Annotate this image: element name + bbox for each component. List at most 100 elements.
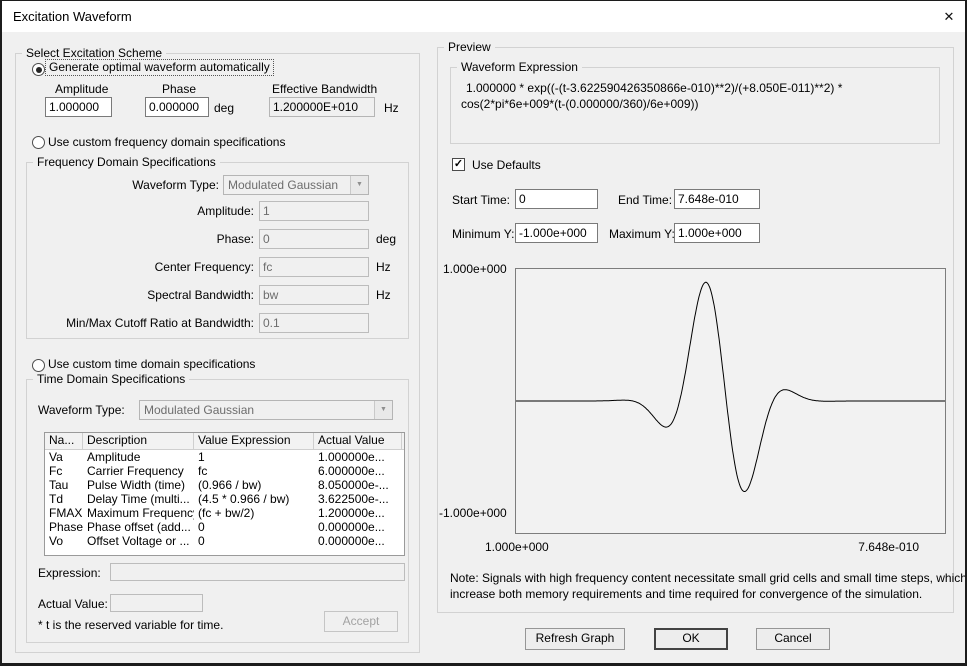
- radio-custom-time-label[interactable]: Use custom time domain specifications: [48, 357, 255, 371]
- waveform-expression-line2: cos(2*pi*6e+009*(t-(0.000000/360)/6e+009…: [461, 97, 699, 111]
- y-axis-bottom-label: -1.000e+000: [439, 506, 507, 520]
- close-icon[interactable]: ✕: [938, 6, 960, 27]
- radio-custom-frequency[interactable]: [32, 136, 45, 149]
- note-text-line2: increase both memory requirements and ti…: [450, 587, 923, 601]
- time-waveform-type-label: Waveform Type:: [38, 403, 125, 417]
- cell: 8.050000e-...: [318, 478, 389, 492]
- preview-group-title: Preview: [444, 40, 495, 54]
- table-row[interactable]: FMAX Maximum Frequency (fc + bw/2) 1.200…: [45, 506, 404, 520]
- time-waveform-type-combo: Modulated Gaussian ▼: [139, 400, 393, 420]
- amplitude-input[interactable]: 1.000000: [45, 97, 112, 117]
- refresh-graph-button[interactable]: Refresh Graph: [525, 628, 625, 650]
- cancel-button[interactable]: Cancel: [756, 628, 830, 650]
- excitation-waveform-dialog: Excitation Waveform ✕ Select Excitation …: [0, 0, 967, 666]
- waveform-preview-plot: [515, 268, 946, 534]
- cell: fc: [198, 464, 208, 478]
- expression-field: [110, 563, 405, 581]
- col-name[interactable]: Na...: [45, 433, 83, 449]
- cell: (fc + bw/2): [198, 506, 255, 520]
- waveform-plot-svg: [516, 281, 945, 492]
- expression-label: Expression:: [38, 566, 101, 580]
- cell: Amplitude: [87, 450, 141, 464]
- cell: Carrier Frequency: [87, 464, 184, 478]
- x-axis-right-label: 7.648e-010: [858, 540, 919, 554]
- ok-button[interactable]: OK: [654, 628, 728, 650]
- start-time-input[interactable]: 0: [515, 189, 598, 209]
- radio-generate-optimal-label[interactable]: Generate optimal waveform automatically: [45, 59, 274, 76]
- select-excitation-scheme-title: Select Excitation Scheme: [22, 46, 167, 60]
- x-axis-left-label: 1.000e+000: [485, 540, 549, 554]
- maximum-y-label: Maximum Y:: [609, 227, 675, 241]
- effective-bandwidth-label: Effective Bandwidth: [272, 82, 378, 96]
- cutoff-ratio-label: Min/Max Cutoff Ratio at Bandwidth:: [66, 316, 254, 330]
- frequency-domain-group-title: Frequency Domain Specifications: [33, 155, 220, 169]
- cell: Tau: [49, 478, 69, 492]
- actual-value-label: Actual Value:: [38, 597, 108, 611]
- table-row[interactable]: Va Amplitude 1 1.000000e...: [45, 450, 404, 464]
- minimum-y-input[interactable]: -1.000e+000: [515, 223, 598, 243]
- maximum-y-input[interactable]: 1.000e+000: [674, 223, 760, 243]
- freq-amplitude-label: Amplitude:: [197, 204, 254, 218]
- freq-phase-label: Phase:: [216, 232, 254, 246]
- phase-input[interactable]: 0.000000: [145, 97, 209, 117]
- note-text-line1: Note: Signals with high frequency conten…: [450, 571, 967, 585]
- dropdown-arrow-icon: ▼: [350, 176, 368, 194]
- freq-phase-unit: deg: [376, 232, 397, 246]
- time-waveform-type-value: Modulated Gaussian: [144, 403, 255, 417]
- table-row[interactable]: Vo Offset Voltage or ... 0 0.000000e...: [45, 534, 404, 548]
- col-description[interactable]: Description: [83, 433, 194, 449]
- col-value-expression[interactable]: Value Expression: [194, 433, 314, 449]
- parameter-table[interactable]: Na... Description Value Expression Actua…: [44, 432, 405, 556]
- table-row[interactable]: Tau Pulse Width (time) (0.966 / bw) 8.05…: [45, 478, 404, 492]
- cell: 0: [198, 520, 205, 534]
- cell: 0.000000e...: [318, 520, 385, 534]
- spectral-bandwidth-unit: Hz: [376, 288, 391, 302]
- cell: 6.000000e...: [318, 464, 385, 478]
- cell: Offset Voltage or ...: [87, 534, 190, 548]
- amplitude-label: Amplitude: [55, 82, 109, 96]
- use-defaults-checkbox[interactable]: ✓: [452, 158, 465, 171]
- actual-value-field: [110, 594, 203, 612]
- cell: 1.200000e...: [318, 506, 385, 520]
- minimum-y-label: Minimum Y:: [452, 227, 515, 241]
- freq-phase-field: 0: [259, 229, 369, 249]
- table-row[interactable]: Fc Carrier Frequency fc 6.000000e...: [45, 464, 404, 478]
- radio-custom-time[interactable]: [32, 359, 45, 372]
- radio-generate-optimal[interactable]: [32, 63, 45, 76]
- cell: Fc: [49, 464, 63, 478]
- cell: (0.966 / bw): [198, 478, 262, 492]
- check-icon: ✓: [453, 158, 464, 170]
- bandwidth-unit-label: Hz: [384, 101, 399, 115]
- table-row[interactable]: Phase Phase offset (add... 0 0.000000e..…: [45, 520, 404, 534]
- end-time-input[interactable]: 7.648e-010: [674, 189, 760, 209]
- effective-bandwidth-field: 1.200000E+010: [269, 97, 375, 117]
- cell: Pulse Width (time): [87, 478, 186, 492]
- waveform-expression-group-title: Waveform Expression: [457, 60, 582, 74]
- cell: FMAX: [49, 506, 83, 520]
- cell: 1.000000e...: [318, 450, 385, 464]
- freq-waveform-type-combo: Modulated Gaussian ▼: [223, 175, 369, 195]
- use-defaults-label[interactable]: Use Defaults: [472, 158, 541, 172]
- end-time-label: End Time:: [618, 193, 673, 207]
- waveform-expression-line1: 1.000000 * exp((-(t-3.622590426350866e-0…: [466, 81, 843, 95]
- radio-custom-frequency-label[interactable]: Use custom frequency domain specificatio…: [48, 135, 285, 149]
- cell: Vo: [49, 534, 64, 548]
- cell: Phase offset (add...: [87, 520, 191, 534]
- cell: Phase: [49, 520, 83, 534]
- window-title: Excitation Waveform: [13, 9, 132, 24]
- y-axis-top-label: 1.000e+000: [443, 262, 507, 276]
- cell: 3.622500e-...: [318, 492, 389, 506]
- dropdown-arrow-icon: ▼: [374, 401, 392, 419]
- phase-label: Phase: [162, 82, 197, 96]
- table-row[interactable]: Td Delay Time (multi... (4.5 * 0.966 / b…: [45, 492, 404, 506]
- phase-unit-label: deg: [214, 101, 235, 115]
- title-bar: Excitation Waveform ✕: [2, 1, 965, 32]
- center-frequency-label: Center Frequency:: [154, 260, 254, 274]
- time-domain-group-title: Time Domain Specifications: [33, 372, 190, 386]
- parameter-table-header: Na... Description Value Expression Actua…: [45, 433, 404, 450]
- waveform-type-label: Waveform Type:: [132, 178, 219, 192]
- waveform-expression-text: 1.000000 * exp((-(t-3.622590426350866e-0…: [461, 80, 935, 112]
- cell: 1: [198, 450, 205, 464]
- col-actual-value[interactable]: Actual Value: [314, 433, 402, 449]
- cell: (4.5 * 0.966 / bw): [198, 492, 290, 506]
